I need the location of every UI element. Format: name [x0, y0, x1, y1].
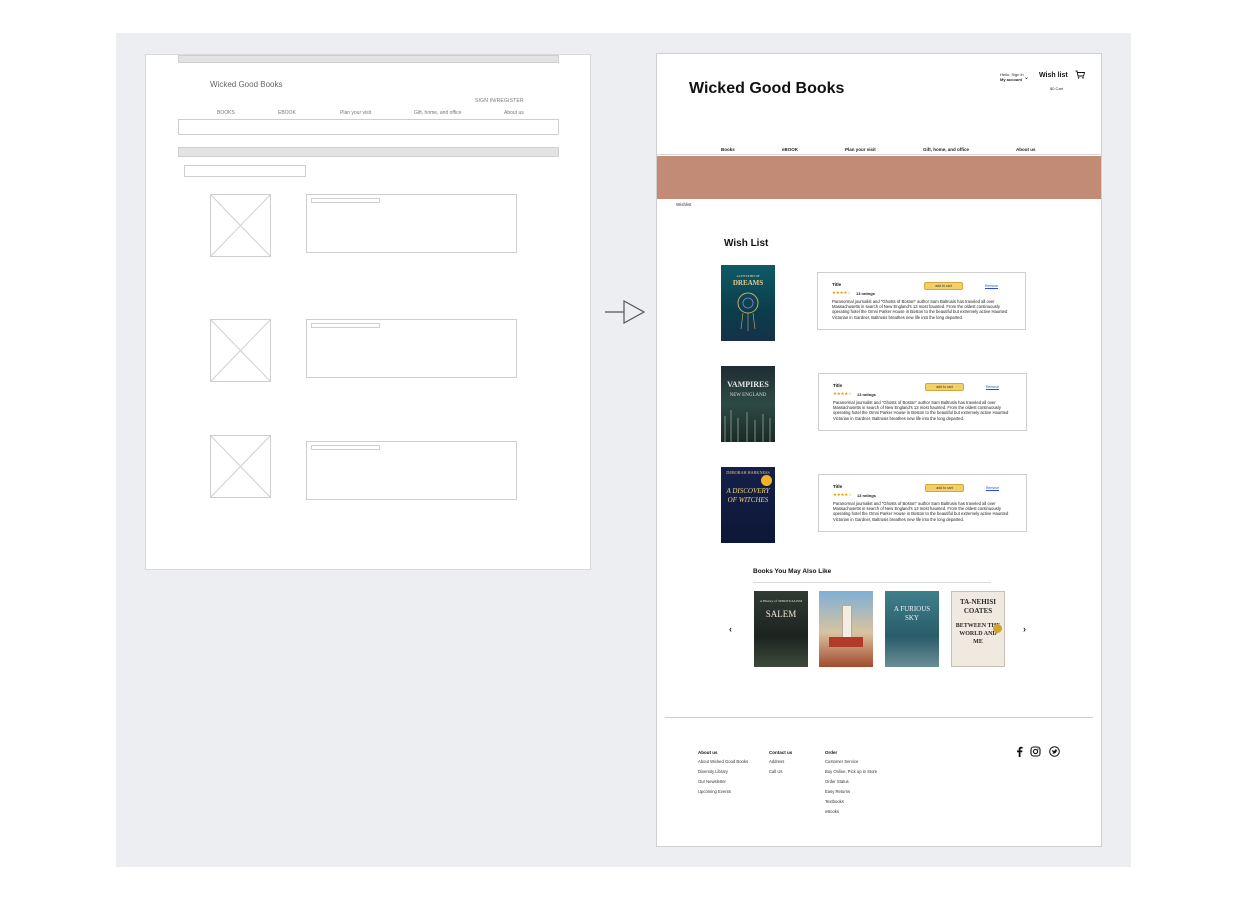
mockup-page: Wicked Good Books Hello, Sign in My acco… — [656, 53, 1102, 847]
right-arrow-icon — [605, 299, 646, 325]
nav-item-books[interactable]: Books — [721, 147, 735, 152]
add-to-cart-button[interactable]: add to cart — [925, 383, 964, 391]
divider — [665, 717, 1093, 718]
remove-link[interactable]: Remove — [986, 486, 999, 490]
site-logo[interactable]: Wicked Good Books — [689, 80, 844, 98]
wireframe-image-placeholder — [210, 194, 271, 257]
footer-link[interactable]: Upcoming Events — [698, 789, 748, 794]
add-to-cart-button[interactable]: add to cart — [924, 282, 963, 290]
recommended-book-cover[interactable]: A FURIOUS SKY — [885, 591, 939, 667]
book-cover[interactable]: VAMPIRES NEW ENGLAND — [721, 366, 775, 442]
recommended-book-cover[interactable]: A History of SPIRITUALISM SALEM — [754, 591, 808, 667]
footer-link[interactable]: Buy Online, Pick up in Store — [825, 769, 877, 774]
wireframe-search-box — [178, 119, 559, 135]
twitter-icon[interactable] — [1049, 746, 1060, 757]
footer-heading: Contact us — [769, 750, 793, 755]
ratings-count[interactable]: 13 ratings — [857, 493, 876, 498]
book-title[interactable]: Title — [832, 282, 841, 287]
footer-order: Order Customer Service Buy Online, Pick … — [825, 750, 877, 819]
footer-heading: Order — [825, 750, 838, 755]
star-rating: ★★★★☆ — [832, 290, 851, 295]
footer-link[interactable]: Address — [769, 759, 792, 764]
wireframe-top-bar — [178, 55, 559, 63]
facebook-icon[interactable] — [1014, 746, 1025, 757]
footer-link[interactable]: eBooks — [825, 809, 877, 814]
wireframe-card — [306, 194, 517, 253]
book-description: Paranormal journalist and "Ghosts of Bos… — [832, 299, 1008, 320]
wishlist-item-card: Title ★★★★☆ 13 ratings add to cart Remov… — [818, 474, 1027, 532]
nav-item-about[interactable]: About us — [1016, 147, 1036, 152]
wireframe-nav-item: About us — [504, 110, 524, 116]
chevron-down-icon[interactable]: ⌄ — [1024, 74, 1029, 81]
nav-item-ebook[interactable]: eBOOK — [782, 147, 798, 152]
wireframe-breadcrumb-box — [184, 165, 306, 177]
recommended-book-cover[interactable] — [819, 591, 873, 667]
footer-link[interactable]: Textbooks — [825, 799, 877, 804]
wireframe-card — [306, 441, 517, 500]
cart-total[interactable]: $0 Cart — [1050, 86, 1063, 91]
footer-heading: About us — [698, 750, 718, 755]
divider — [753, 582, 991, 583]
nav-item-gift[interactable]: Gift, home, and office — [923, 147, 969, 152]
book-cover[interactable]: A LITTLE BIT OF DREAMS — [721, 265, 775, 341]
ratings-count[interactable]: 13 ratings — [857, 392, 876, 397]
wishlist-item-card: Title ★★★★☆ 13 ratings add to cart Remov… — [818, 373, 1027, 431]
carousel-next-button[interactable]: › — [1023, 624, 1026, 634]
wireframe-logo: Wicked Good Books — [210, 80, 283, 89]
book-title[interactable]: Title — [833, 383, 842, 388]
wireframe-banner — [178, 147, 559, 157]
remove-link[interactable]: Remove — [986, 385, 999, 389]
footer-link[interactable]: About Wicked Good Books — [698, 759, 748, 764]
wireframe-nav-item: Gift, home, and office — [414, 110, 462, 116]
divider — [657, 154, 1101, 155]
wireframe-image-placeholder — [210, 319, 271, 382]
hero-banner — [657, 156, 1101, 199]
wireframe-image-placeholder — [210, 435, 271, 498]
wireframe-signin: SIGN IN/REGISTER — [475, 98, 524, 104]
remove-link[interactable]: Remove — [985, 284, 998, 288]
footer-link[interactable]: Order Status — [825, 779, 877, 784]
footer-link[interactable]: Diversity Library — [698, 769, 748, 774]
footer-link[interactable]: Easy Returns — [825, 789, 877, 794]
book-title[interactable]: Title — [833, 484, 842, 489]
account-menu[interactable]: Hello, Sign in My account — [1000, 72, 1024, 82]
star-rating: ★★★★☆ — [833, 492, 852, 497]
wishlist-item-card: Title ★★★★☆ 13 ratings add to cart Remov… — [817, 272, 1026, 330]
footer-link[interactable]: Call Us — [769, 769, 792, 774]
footer-contact: Contact us Address Call Us — [769, 750, 792, 779]
ratings-count[interactable]: 13 ratings — [856, 291, 875, 296]
wish-list-link[interactable]: Wish list — [1039, 72, 1068, 79]
account-label: My account — [1000, 77, 1023, 82]
book-description: Paranormal journalist and "Ghosts of Bos… — [833, 501, 1009, 522]
book-cover[interactable]: DEBORAH HARKNESS A DISCOVERY OF WITCHES — [721, 467, 775, 543]
footer-link[interactable]: Our Newsletter — [698, 779, 748, 784]
page-title: Wish List — [724, 238, 769, 249]
section-heading: Books You May Also Like — [753, 568, 832, 575]
recommended-book-cover[interactable]: TA-NEHISI COATES BETWEEN THE WORLD AND M… — [951, 591, 1005, 667]
wireframe-nav-item: EBOOK — [278, 110, 296, 116]
cart-icon[interactable] — [1075, 70, 1085, 79]
wireframe-page: Wicked Good Books SIGN IN/REGISTER BOOKS… — [145, 54, 591, 570]
footer-about: About us About Wicked Good Books Diversi… — [698, 750, 748, 799]
wireframe-nav-item: Plan your visit — [340, 110, 372, 116]
wireframe-card — [306, 319, 517, 378]
breadcrumb[interactable]: Wishlist — [676, 202, 692, 207]
add-to-cart-button[interactable]: add to cart — [925, 484, 964, 492]
wireframe-nav-item: BOOKS — [217, 110, 235, 116]
nav-item-plan-visit[interactable]: Plan your visit — [845, 147, 876, 152]
book-description: Paranormal journalist and "Ghosts of Bos… — [833, 400, 1009, 421]
star-rating: ★★★★☆ — [833, 391, 852, 396]
footer-link[interactable]: Customer Service — [825, 759, 877, 764]
carousel-prev-button[interactable]: ‹ — [729, 624, 732, 634]
instagram-icon[interactable] — [1030, 746, 1041, 757]
